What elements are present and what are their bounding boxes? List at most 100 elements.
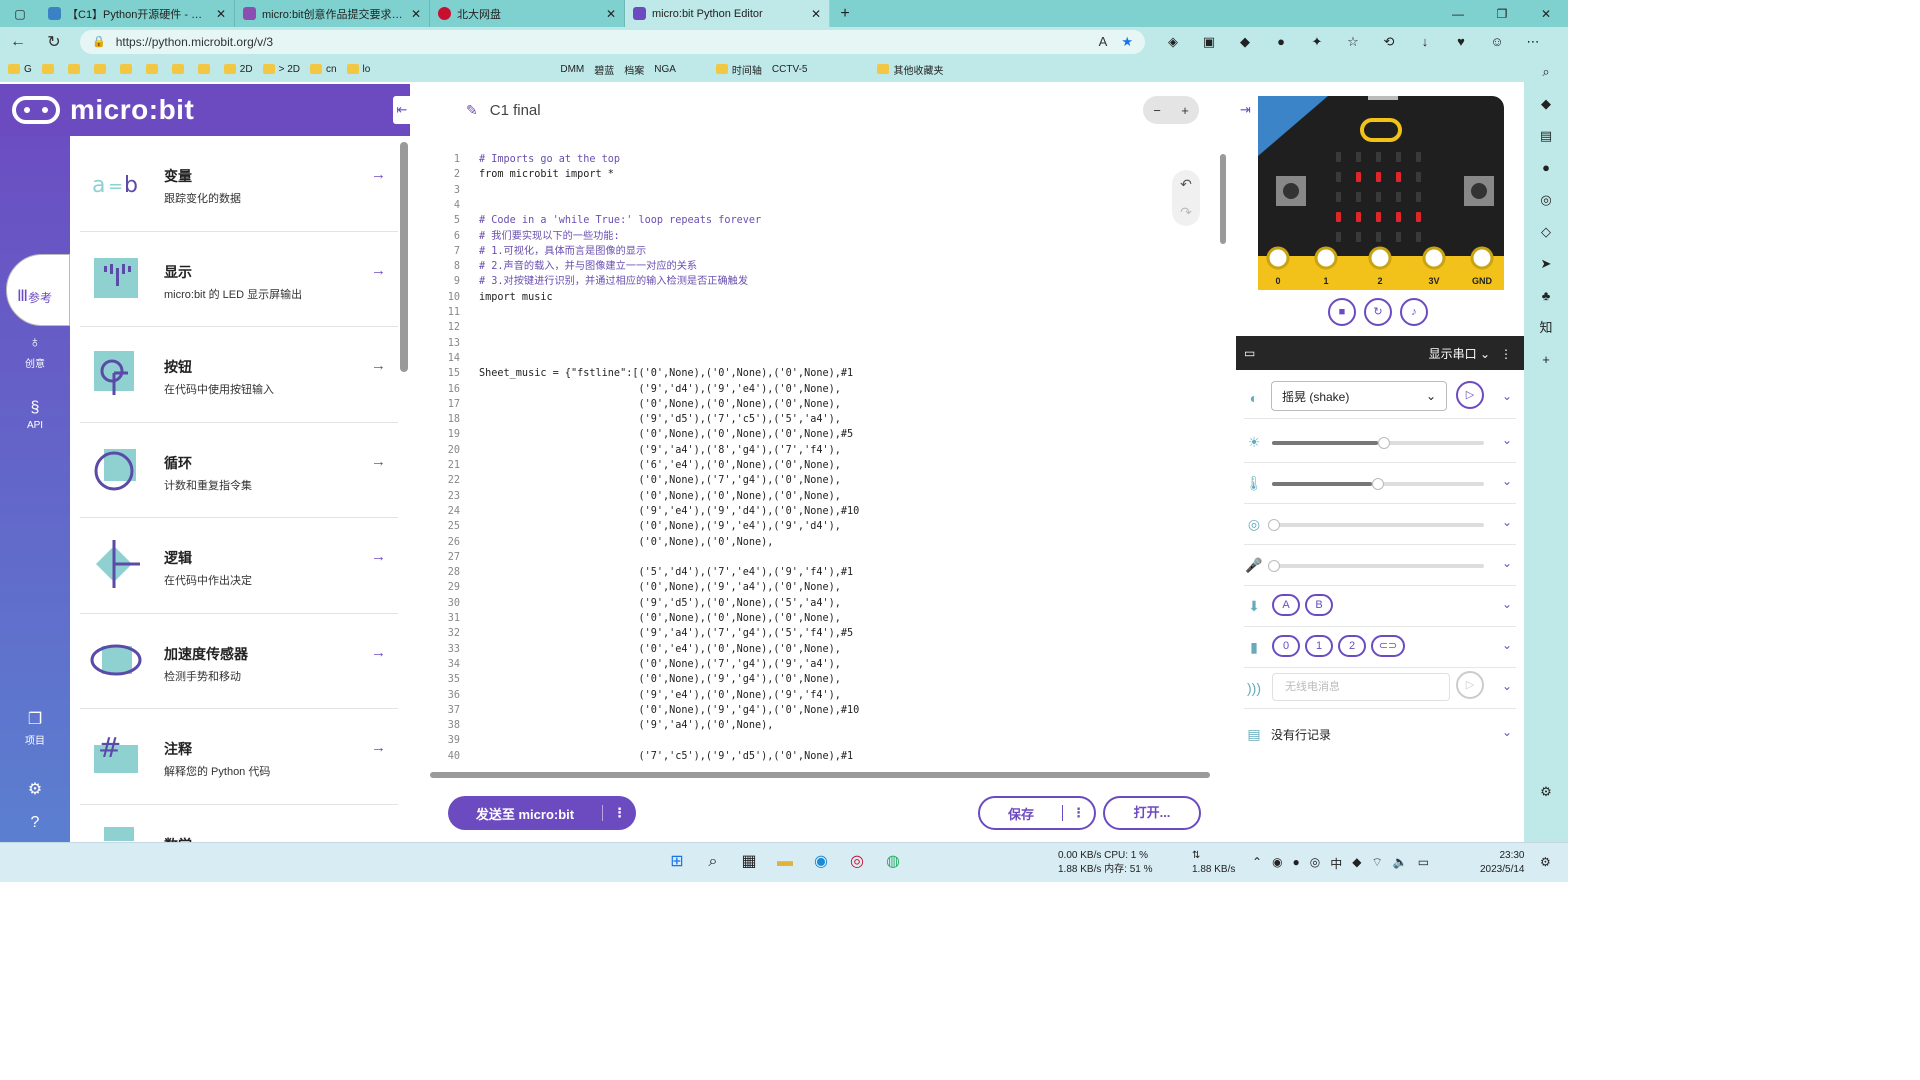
tray-app-icon[interactable]: ◆ (1352, 855, 1361, 872)
favorite-star-icon[interactable]: ★ (1121, 34, 1133, 50)
edge-pin[interactable] (1266, 246, 1290, 270)
edge-pin[interactable] (1314, 246, 1338, 270)
battery-icon[interactable]: ▭ (1418, 855, 1429, 872)
sidebar-app-icon[interactable]: ◎ (1524, 184, 1568, 216)
performance-icon[interactable]: ♥ (1443, 34, 1479, 50)
browser-tab-active[interactable]: micro:bit Python Editor ✕ (625, 0, 830, 27)
expand-icon[interactable]: ⌄ (1502, 597, 1512, 611)
browser-tab[interactable]: micro:bit创意作品提交要求 - 北京 ✕ (235, 0, 430, 27)
read-aloud-icon[interactable]: A (1099, 34, 1108, 50)
bookmark-item[interactable]: 档案 (624, 62, 644, 77)
serial-bar[interactable]: ▭ 显示串口 ⌄ ⋮ (1236, 336, 1524, 370)
wifi-icon[interactable]: ⌔ (1372, 855, 1383, 872)
button-a-pill[interactable]: A (1272, 594, 1300, 616)
sound-icon[interactable]: ♪ (1400, 298, 1428, 326)
url-input[interactable]: 🔒 https://python.microbit.org/v/3 A ★ (80, 29, 1145, 54)
bookmark-item[interactable]: DMM (560, 64, 584, 75)
temperature-knob[interactable] (1371, 478, 1384, 490)
light-knob[interactable] (1378, 437, 1390, 449)
reference-item[interactable]: 按钮 在代码中使用按钮输入 → (80, 327, 398, 423)
expand-icon[interactable]: ⌄ (1502, 433, 1512, 447)
bookmark-folder[interactable]: cn (309, 64, 337, 75)
download-icon[interactable]: ↓ (1407, 34, 1443, 50)
sidebar-app-icon[interactable]: 知 (1524, 312, 1568, 344)
pin-0-pill[interactable]: 0 (1272, 635, 1300, 657)
gesture-select[interactable]: 摇晃 (shake) ⌄ (1271, 381, 1447, 411)
sidebar-app-icon[interactable]: ◆ (1524, 88, 1568, 120)
help-button[interactable]: ? (0, 814, 70, 835)
expand-icon[interactable]: ⌄ (1502, 679, 1512, 693)
nav-reference[interactable]: Ⅲ 参考 (6, 254, 70, 326)
open-button[interactable]: 打开... (1103, 796, 1201, 830)
logo-pill[interactable]: ⊂⊃ (1371, 635, 1405, 657)
settings-icon[interactable]: ⚙ (1524, 776, 1568, 808)
widgets-icon[interactable]: ▦ (736, 849, 762, 875)
bookmark-folder[interactable]: lo (346, 64, 370, 75)
collapse-sidebar-button[interactable]: ⇤ (393, 96, 411, 124)
bookmark-item[interactable]: CCTV-5 (772, 64, 808, 75)
extension-icon[interactable]: ● (1263, 34, 1299, 50)
code-horizontal-scrollbar[interactable] (430, 772, 1210, 778)
bookmark-folder[interactable]: 其他收藏夹 (877, 62, 943, 77)
more-menu-icon[interactable]: ⋯ (1515, 34, 1551, 50)
compass-slider[interactable] (1268, 519, 1484, 531)
bookmark-folder[interactable] (41, 64, 58, 74)
favorites-icon[interactable]: ☆ (1335, 34, 1371, 50)
expand-icon[interactable]: ⌄ (1502, 389, 1512, 403)
serial-toggle[interactable]: 显示串口 ⌄ ⋮ (1429, 345, 1512, 362)
history-icon[interactable]: ⟲ (1371, 34, 1407, 50)
bookmark-folder[interactable]: G (8, 64, 32, 75)
code-area[interactable]: 1 # Imports go at the top 2 from microbit i… (418, 152, 1218, 766)
pin-1-pill[interactable]: 1 (1305, 635, 1333, 657)
back-icon[interactable]: ← (0, 33, 36, 51)
expand-icon[interactable]: ⌄ (1502, 638, 1512, 652)
project-name[interactable]: C1 final (490, 102, 541, 119)
sidebar-app-icon[interactable]: ▤ (1524, 120, 1568, 152)
bookmark-folder[interactable] (119, 64, 136, 74)
close-tab-icon[interactable]: ✕ (216, 7, 226, 21)
reference-item[interactable]: 数学 → (80, 805, 398, 842)
nav-projects[interactable]: ❐ 项目 (0, 709, 70, 747)
more-options-icon[interactable]: ⋮ (602, 805, 636, 821)
reference-item[interactable]: a = b 变量 跟踪变化的数据 → (80, 136, 398, 232)
code-vertical-scrollbar[interactable] (1220, 154, 1226, 244)
reset-icon[interactable]: ↻ (1364, 298, 1392, 326)
sidebar-app-icon[interactable]: ● (1524, 152, 1568, 184)
settings-button[interactable]: ⚙ (0, 779, 70, 802)
light-slider[interactable] (1272, 437, 1484, 449)
close-tab-icon[interactable]: ✕ (811, 7, 821, 21)
tray-app-icon[interactable]: ● (1293, 855, 1300, 872)
edge-pin[interactable] (1470, 246, 1494, 270)
close-window-icon[interactable]: ✕ (1524, 7, 1568, 21)
edge-pin[interactable] (1368, 246, 1392, 270)
more-options-icon[interactable]: ⋮ (1062, 805, 1094, 821)
reference-item[interactable]: 显示 micro:bit 的 LED 显示屏输出 → (80, 232, 398, 327)
sidebar-app-icon[interactable]: ◇ (1524, 216, 1568, 248)
save-button[interactable]: 保存 ⋮ (978, 796, 1096, 830)
lock-icon[interactable]: 🔒 (92, 35, 106, 48)
new-tab-button[interactable]: + (830, 5, 860, 23)
redo-icon[interactable]: ↷ (1172, 198, 1200, 226)
volume-icon[interactable]: 🔈 (1393, 855, 1408, 872)
send-to-microbit-button[interactable]: 发送至 micro:bit ⋮ (448, 796, 636, 830)
wechat-icon[interactable]: ◍ (880, 849, 906, 875)
windows-start-icon[interactable]: ⊞ (664, 849, 690, 875)
extension-icon[interactable]: ◆ (1227, 34, 1263, 50)
expand-icon[interactable]: ⌄ (1502, 515, 1512, 529)
nav-api[interactable]: § API (0, 399, 70, 431)
bookmark-folder[interactable] (67, 64, 84, 74)
chevron-up-icon[interactable]: ⌃ (1252, 855, 1262, 872)
edit-name-icon[interactable]: ✎ (466, 102, 478, 119)
steam-icon[interactable]: ◉ (1272, 855, 1282, 872)
search-icon[interactable]: ⌕ (700, 849, 726, 875)
expand-icon[interactable]: ⌄ (1502, 474, 1512, 488)
sidebar-app-icon[interactable]: ♣ (1524, 280, 1568, 312)
add-icon[interactable]: + (1524, 344, 1568, 376)
reference-scrollbar[interactable] (400, 142, 408, 372)
pin-2-pill[interactable]: 2 (1338, 635, 1366, 657)
bookmark-folder[interactable]: > 2D (262, 64, 300, 75)
tray-app-icon[interactable]: ◎ (1310, 855, 1320, 872)
netease-music-icon[interactable]: ◎ (844, 849, 870, 875)
bookmark-item[interactable]: NGA (654, 64, 676, 75)
expand-icon[interactable]: ⌄ (1502, 556, 1512, 570)
